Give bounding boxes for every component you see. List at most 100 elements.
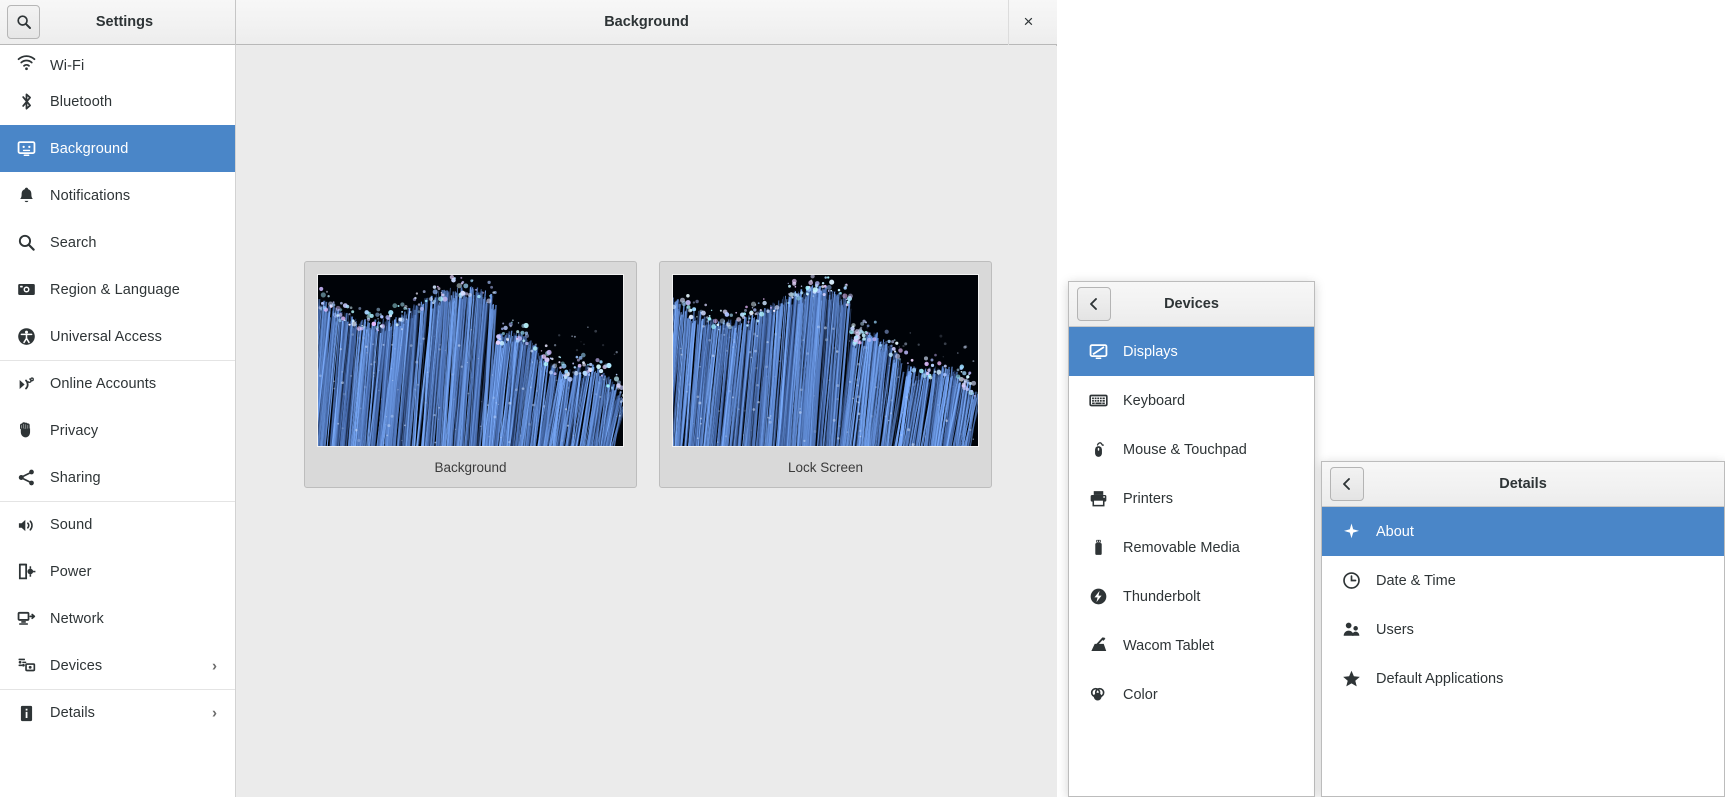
keyboard-icon [1083,389,1113,413]
background-wallpaper-card[interactable]: Background [304,261,637,488]
sound-icon [12,513,40,537]
wallpaper-row: Background Lock Screen [304,261,992,488]
sidebar-item-label: Sound [50,517,93,533]
panel-item-thunderbolt[interactable]: Thunderbolt [1069,572,1314,621]
sidebar-item-label: Universal Access [50,328,162,345]
sidebar-item-label: Power [50,563,92,580]
star-icon [1336,667,1366,691]
universal-access-icon [12,325,40,349]
region-language-icon [12,278,40,302]
sidebar-item-devices[interactable]: Devices › [0,642,235,689]
sidebar-item-bluetooth[interactable]: Bluetooth [0,78,235,125]
panel-item-about[interactable]: About [1322,507,1724,556]
wacom-tablet-icon [1083,634,1113,658]
panel-item-label: About [1376,523,1414,540]
sidebar-item-label: Background [50,140,129,157]
mouse-icon [1083,438,1113,462]
devices-panel-header: Devices [1069,282,1314,327]
panel-item-label: Displays [1123,343,1178,360]
panel-item-removable-media[interactable]: Removable Media [1069,523,1314,572]
panel-item-label: Thunderbolt [1123,588,1201,605]
header-right-section: Background × [236,0,1057,45]
thunderbolt-icon [1083,585,1113,609]
privacy-hand-icon [12,419,40,443]
sidebar-item-network[interactable]: Network [0,595,235,642]
panel-item-label: Wacom Tablet [1123,637,1215,654]
details-panel-title: Details [1499,476,1547,492]
sidebar-item-label: Bluetooth [50,93,113,110]
panel-item-color[interactable]: Color [1069,670,1314,719]
panel-item-displays[interactable]: Displays [1069,327,1314,376]
wallpaper-thumbnail[interactable] [317,274,624,447]
panel-item-date-time[interactable]: Date & Time [1322,556,1724,605]
sidebar-item-region-language[interactable]: Region & Language [0,266,235,313]
sidebar-item-notifications[interactable]: Notifications [0,172,235,219]
devices-panel: Devices Displays Keyboard Mouse & Touchpad… [1068,281,1315,797]
sidebar-item-label: Online Accounts [50,376,157,392]
chevron-left-icon[interactable] [1077,287,1111,321]
close-icon[interactable]: × [1008,0,1048,45]
sidebar-item-label: Details [50,705,96,721]
search-icon [12,231,40,255]
chevron-left-icon[interactable] [1330,467,1364,501]
wallpaper-thumbnail[interactable] [672,274,979,447]
sidebar-item-label: Region & Language [50,281,180,298]
network-icon [12,607,40,631]
sidebar-item-label: Notifications [50,187,131,204]
sidebar-item-label: Network [50,610,104,627]
panel-item-label: Color [1123,686,1158,703]
sidebar-item-universal-access[interactable]: Universal Access [0,313,235,360]
sidebar-item-sound[interactable]: Sound [0,501,235,548]
header-bar: Settings Background × [0,0,1057,45]
panel-item-mouse-touchpad[interactable]: Mouse & Touchpad [1069,425,1314,474]
details-info-icon [12,701,40,725]
screen: Settings Background × Wi-Fi Bluetooth Back… [0,0,1725,797]
sidebar-item-privacy[interactable]: Privacy [0,407,235,454]
background-icon [12,137,40,161]
sidebar-item-sharing[interactable]: Sharing [0,454,235,501]
wallpaper-caption: Background [434,459,507,475]
panel-item-label: Keyboard [1123,392,1186,409]
search-icon[interactable] [7,4,40,39]
sidebar[interactable]: Wi-Fi Bluetooth Background Notifications Sea… [0,45,236,797]
panel-item-users[interactable]: Users [1322,605,1724,654]
sidebar-item-label: Devices [50,657,103,674]
sidebar-item-search[interactable]: Search [0,219,235,266]
panel-item-label: Date & Time [1376,572,1456,589]
displays-icon [1083,340,1113,364]
about-star-icon [1336,520,1366,544]
sidebar-item-label: Wi-Fi [50,58,85,74]
header-left-section: Settings [0,0,236,45]
settings-window: Settings Background × Wi-Fi Bluetooth Back… [0,0,1057,797]
panel-item-wacom-tablet[interactable]: Wacom Tablet [1069,621,1314,670]
printer-icon [1083,487,1113,511]
chevron-right-icon: › [212,704,217,722]
wifi-icon [12,50,40,74]
sidebar-item-details[interactable]: Details › [0,689,235,736]
panel-item-label: Removable Media [1123,539,1240,556]
sidebar-item-label: Search [50,234,97,251]
sidebar-item-wi-fi[interactable]: Wi-Fi [0,45,235,78]
panel-item-keyboard[interactable]: Keyboard [1069,376,1314,425]
sidebar-item-power[interactable]: Power [0,548,235,595]
details-panel-header: Details [1322,462,1724,507]
power-icon [12,560,40,584]
users-icon [1336,618,1366,642]
panel-item-label: Default Applications [1376,670,1504,687]
bluetooth-icon [12,90,40,114]
usb-drive-icon [1083,536,1113,560]
panel-item-default-applications[interactable]: Default Applications [1322,654,1724,703]
panel-item-label: Printers [1123,490,1173,507]
lock-screen-wallpaper-card[interactable]: Lock Screen [659,261,992,488]
online-accounts-icon [12,372,40,396]
panel-item-label: Users [1376,621,1414,638]
details-panel-list[interactable]: About Date & Time Users Default Application… [1322,507,1724,703]
sidebar-item-background[interactable]: Background [0,125,235,172]
devices-panel-list[interactable]: Displays Keyboard Mouse & Touchpad Printers… [1069,327,1314,719]
color-icon [1083,683,1113,707]
sidebar-item-online-accounts[interactable]: Online Accounts [0,360,235,407]
sidebar-item-label: Privacy [50,422,99,439]
panel-item-printers[interactable]: Printers [1069,474,1314,523]
details-panel: Details About Date & Time Users Default App… [1321,461,1725,797]
chevron-right-icon: › [212,657,217,674]
